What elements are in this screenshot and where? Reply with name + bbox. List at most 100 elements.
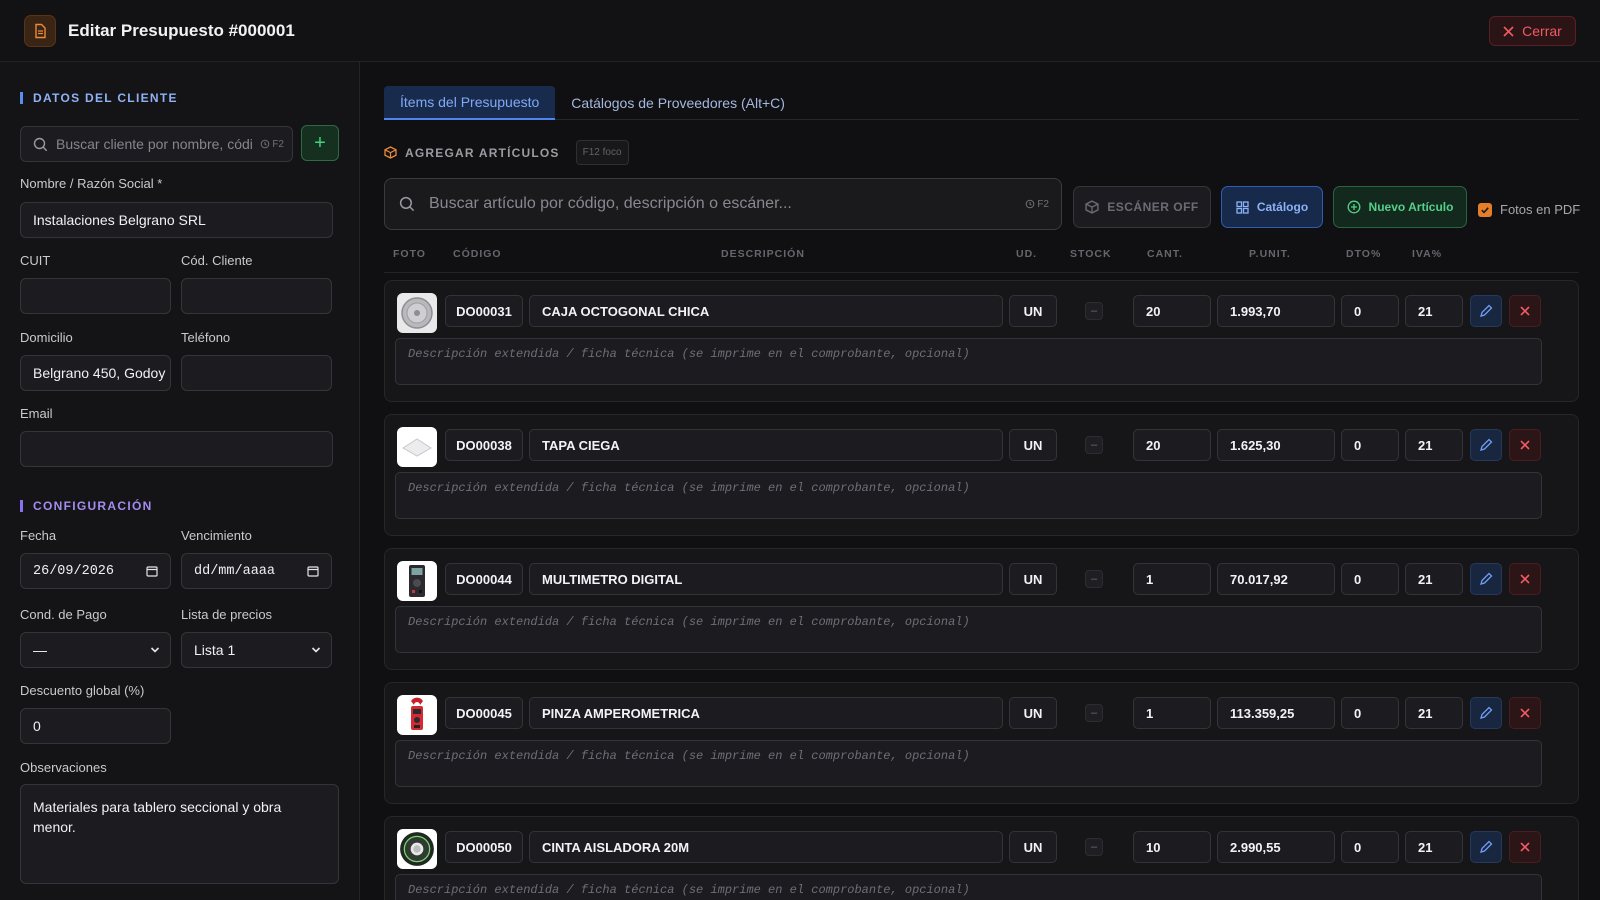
item-unit[interactable]: UN: [1009, 697, 1057, 729]
tape-roll-icon: [400, 832, 434, 866]
item-extended-description[interactable]: Descripción extendida / ficha técnica (s…: [395, 606, 1542, 653]
package-icon: [384, 146, 397, 159]
edit-item-button[interactable]: [1470, 697, 1502, 729]
client-code-field[interactable]: [181, 278, 332, 314]
col-foto: FOTO: [393, 248, 426, 260]
tab-items[interactable]: Ítems del Presupuesto: [384, 86, 556, 120]
close-button[interactable]: Cerrar: [1489, 16, 1576, 46]
client-section-title: DATOS DEL CLIENTE: [20, 92, 178, 104]
item-description[interactable]: TAPA CIEGA: [529, 429, 1003, 461]
notes-textarea[interactable]: Materiales para tablero seccional y obra…: [20, 784, 339, 884]
item-extended-description[interactable]: Descripción extendida / ficha técnica (s…: [395, 338, 1542, 385]
close-icon: [1520, 574, 1530, 584]
date-field[interactable]: 26/09/2026: [20, 553, 171, 589]
calendar-icon[interactable]: [146, 565, 158, 577]
col-punit: P.UNIT.: [1249, 248, 1291, 260]
item-unit-price[interactable]: 113.359,25: [1217, 697, 1335, 729]
item-extended-description[interactable]: Descripción extendida / ficha técnica (s…: [395, 472, 1542, 519]
payment-select[interactable]: —: [20, 632, 171, 668]
item-unit-price[interactable]: 70.017,92: [1217, 563, 1335, 595]
item-photo: [397, 829, 437, 869]
item-discount[interactable]: 0: [1341, 563, 1399, 595]
item-vat[interactable]: 21: [1405, 831, 1463, 863]
item-quantity[interactable]: 1: [1133, 563, 1211, 595]
cuit-field[interactable]: [20, 278, 171, 314]
page-title: Editar Presupuesto #000001: [68, 21, 295, 40]
item-extended-description[interactable]: Descripción extendida / ficha técnica (s…: [395, 874, 1542, 900]
item-row: DO00045 PINZA AMPEROMETRICA UN – 1 113.3…: [384, 682, 1579, 804]
article-search-input[interactable]: Buscar artículo por código, descripción …: [384, 178, 1062, 230]
due-date-field[interactable]: dd/mm/aaaa: [181, 553, 332, 589]
scanner-label: ESCÁNER OFF: [1107, 200, 1199, 214]
item-unit[interactable]: UN: [1009, 831, 1057, 863]
item-unit[interactable]: UN: [1009, 295, 1057, 327]
item-unit[interactable]: UN: [1009, 429, 1057, 461]
item-description[interactable]: CINTA AISLADORA 20M: [529, 831, 1003, 863]
item-description[interactable]: CAJA OCTOGONAL CHICA: [529, 295, 1003, 327]
new-article-button[interactable]: Nuevo Artículo: [1333, 186, 1467, 228]
delete-item-button[interactable]: [1509, 295, 1541, 327]
tab-supplier-catalogs[interactable]: Catálogos de Proveedores (Alt+C): [555, 86, 801, 120]
add-client-button[interactable]: +: [301, 125, 339, 161]
close-icon: [1520, 440, 1530, 450]
item-row: DO00050 CINTA AISLADORA 20M UN – 10 2.99…: [384, 816, 1579, 900]
item-discount[interactable]: 0: [1341, 295, 1399, 327]
delete-item-button[interactable]: [1509, 429, 1541, 461]
item-photo: [397, 561, 437, 601]
client-search-input[interactable]: Buscar cliente por nombre, código... F2: [20, 126, 293, 162]
email-field[interactable]: [20, 431, 333, 467]
edit-item-button[interactable]: [1470, 563, 1502, 595]
history-icon: [1026, 199, 1035, 209]
items-panel: Ítems del Presupuesto Catálogos de Prove…: [361, 62, 1600, 900]
item-quantity[interactable]: 20: [1133, 295, 1211, 327]
config-section-title: CONFIGURACIÓN: [20, 500, 153, 512]
item-extended-description[interactable]: Descripción extendida / ficha técnica (s…: [395, 740, 1542, 787]
item-unit[interactable]: UN: [1009, 563, 1057, 595]
delete-item-button[interactable]: [1509, 697, 1541, 729]
edit-item-button[interactable]: [1470, 295, 1502, 327]
item-code[interactable]: DO00031: [445, 295, 523, 327]
item-row: DO00044 MULTIMETRO DIGITAL UN – 1 70.017…: [384, 548, 1579, 670]
calendar-icon[interactable]: [307, 565, 319, 577]
item-quantity[interactable]: 10: [1133, 831, 1211, 863]
address-field[interactable]: Belgrano 450, Godoy Cruz: [20, 355, 171, 391]
date-label: Fecha: [20, 528, 57, 543]
item-vat[interactable]: 21: [1405, 295, 1463, 327]
pencil-icon: [1480, 438, 1493, 451]
item-code[interactable]: DO00045: [445, 697, 523, 729]
item-discount[interactable]: 0: [1341, 697, 1399, 729]
close-icon: [1503, 25, 1514, 37]
item-description[interactable]: PINZA AMPEROMETRICA: [529, 697, 1003, 729]
item-discount[interactable]: 0: [1341, 429, 1399, 461]
item-description[interactable]: MULTIMETRO DIGITAL: [529, 563, 1003, 595]
article-search-placeholder: Buscar artículo por código, descripción …: [429, 195, 792, 212]
item-code[interactable]: DO00050: [445, 831, 523, 863]
phone-field[interactable]: [181, 355, 332, 391]
edit-item-button[interactable]: [1470, 429, 1502, 461]
item-code[interactable]: DO00038: [445, 429, 523, 461]
item-vat[interactable]: 21: [1405, 697, 1463, 729]
edit-item-button[interactable]: [1470, 831, 1502, 863]
item-unit-price[interactable]: 2.990,55: [1217, 831, 1335, 863]
item-photo: [397, 427, 437, 467]
scanner-toggle-button[interactable]: ESCÁNER OFF: [1073, 186, 1211, 228]
pricelist-select[interactable]: Lista 1: [181, 632, 332, 668]
client-search-hint-text: F2: [272, 138, 284, 150]
catalog-button[interactable]: Catálogo: [1221, 186, 1323, 228]
delete-item-button[interactable]: [1509, 563, 1541, 595]
item-quantity[interactable]: 20: [1133, 429, 1211, 461]
item-unit-price[interactable]: 1.993,70: [1217, 295, 1335, 327]
item-quantity[interactable]: 1: [1133, 697, 1211, 729]
discount-field[interactable]: 0: [20, 708, 171, 744]
pdf-photos-checkbox[interactable]: Fotos en PDF: [1478, 202, 1580, 217]
item-unit-price[interactable]: 1.625,30: [1217, 429, 1335, 461]
name-field[interactable]: Instalaciones Belgrano SRL: [20, 202, 333, 238]
delete-item-button[interactable]: [1509, 831, 1541, 863]
item-vat[interactable]: 21: [1405, 429, 1463, 461]
item-discount[interactable]: 0: [1341, 831, 1399, 863]
checkbox-checked-icon[interactable]: [1478, 202, 1492, 217]
item-code[interactable]: DO00044: [445, 563, 523, 595]
history-icon: [261, 139, 270, 149]
notes-label: Observaciones: [20, 760, 107, 775]
item-vat[interactable]: 21: [1405, 563, 1463, 595]
